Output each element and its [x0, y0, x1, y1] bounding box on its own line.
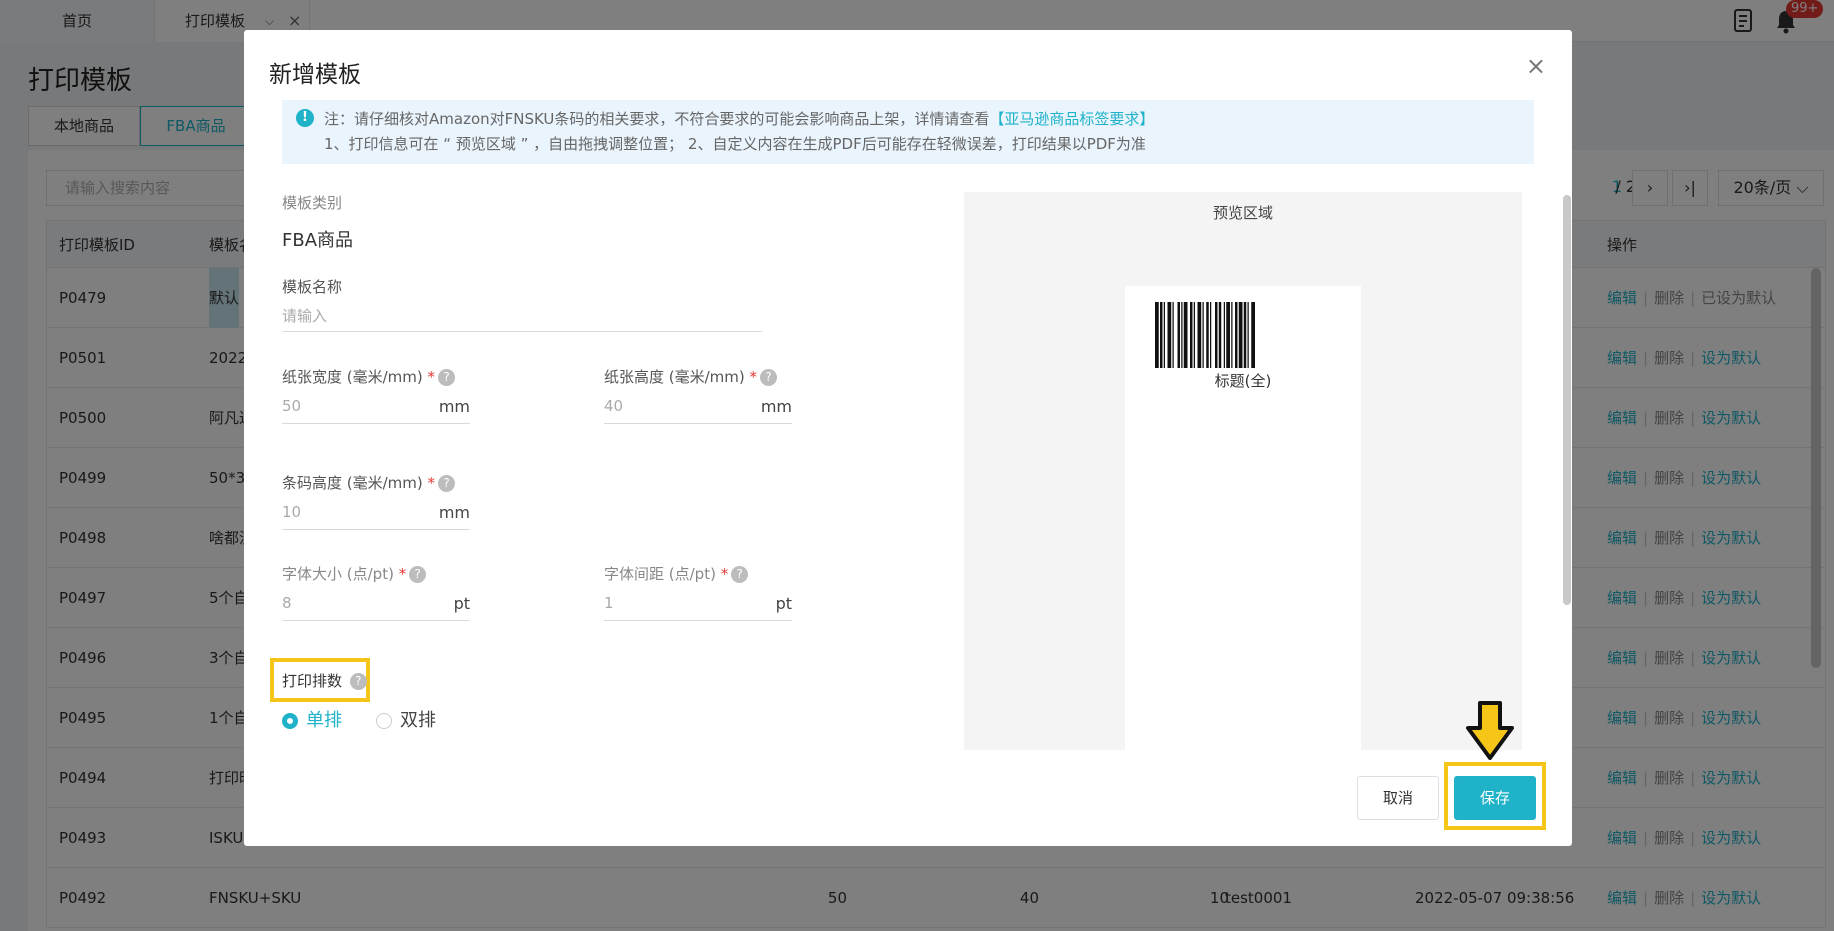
paper-height-placeholder: 40 [604, 397, 624, 415]
notice-line-1: 注：请仔细核对Amazon对FNSKU条码的相关要求，不符合要求的可能会影响商品… [324, 108, 1154, 129]
required-mark: * [398, 565, 407, 583]
barcode-bar [1235, 302, 1238, 368]
save-button[interactable]: 保存 [1454, 776, 1536, 820]
dialog-scrollbar[interactable] [1563, 195, 1571, 605]
paper-height-label-text: 纸张高度 (毫米/mm) [604, 368, 745, 386]
barcode-height-input[interactable]: 10 mm [282, 498, 470, 530]
barcode-bar [1193, 302, 1195, 368]
barcode-title-label[interactable]: 标题(全) [1125, 370, 1361, 391]
cancel-button[interactable]: 取消 [1357, 776, 1439, 820]
barcode-bar [1163, 302, 1165, 368]
preview-area: 预览区域 标题(全) [964, 192, 1522, 750]
help-icon[interactable]: ? [349, 673, 367, 690]
name-placeholder: 请输入 [282, 307, 328, 325]
help-icon[interactable]: ? [760, 369, 778, 386]
barcode-bar [1238, 302, 1243, 368]
font-size-input[interactable]: 8 pt [282, 589, 470, 621]
help-icon[interactable]: ? [409, 566, 427, 583]
name-label: 模板名称 [282, 278, 343, 296]
print-rows-label: 打印排数 ? [282, 670, 367, 691]
barcode-bar [1231, 302, 1233, 368]
unit-mm: mm [438, 503, 470, 522]
category-label: 模板类别 [282, 194, 343, 212]
radio-double-row[interactable]: 双排 [376, 710, 446, 732]
barcode-bar [1210, 302, 1212, 368]
unit-mm: mm [760, 397, 792, 416]
required-mark: * [720, 565, 729, 583]
unit-mm: mm [438, 397, 470, 416]
barcode-bar [1183, 302, 1188, 368]
paper-width-placeholder: 50 [282, 397, 302, 415]
barcode-image[interactable] [1155, 302, 1333, 368]
barcode-bar [1167, 302, 1172, 368]
paper-width-label-text: 纸张宽度 (毫米/mm) [282, 368, 423, 386]
arrow-down-icon [1466, 701, 1514, 760]
font-spacing-placeholder: 1 [604, 594, 614, 612]
barcode-bar [1247, 302, 1249, 368]
paper-width-label: 纸张宽度 (毫米/mm) *? [282, 366, 456, 387]
barcode-bar [1197, 302, 1202, 368]
font-size-placeholder: 8 [282, 594, 292, 612]
paper-height-input[interactable]: 40 mm [604, 392, 792, 424]
radio-single-label: 单排 [306, 710, 342, 731]
notice-line-2: 1、打印信息可在 “ 预览区域 ” ，自由拖拽调整位置； 2、自定义内容在生成P… [324, 135, 1146, 153]
required-mark: * [427, 368, 436, 386]
barcode-bar [1172, 302, 1174, 368]
barcode-bar [1218, 302, 1222, 368]
add-template-dialog: 新增模板 × ! 注：请仔细核对Amazon对FNSKU条码的相关要求，不符合要… [244, 30, 1572, 846]
barcode-bar [1160, 302, 1163, 368]
barcode-bar [1215, 302, 1218, 368]
radio-single-row[interactable]: 单排 [282, 710, 352, 732]
barcode-bar [1223, 302, 1225, 368]
barcode-bar [1206, 302, 1209, 368]
print-rows-label-text: 打印排数 [282, 672, 343, 690]
font-size-label-text: 字体大小 (点/pt) [282, 565, 394, 583]
notice-text: 注：请仔细核对Amazon对FNSKU条码的相关要求，不符合要求的可能会影响商品… [324, 110, 990, 128]
help-icon[interactable]: ? [438, 369, 456, 386]
barcode-height-label: 条码高度 (毫米/mm) *? [282, 472, 456, 493]
required-mark: * [427, 474, 436, 492]
barcode-bar [1243, 302, 1247, 368]
dialog-title: 新增模板 [269, 62, 361, 88]
font-spacing-input[interactable]: 1 pt [604, 589, 792, 621]
paper-height-label: 纸张高度 (毫米/mm) *? [604, 366, 778, 387]
amazon-label-link[interactable]: 【亚马逊商品标签要求】 [989, 110, 1154, 128]
preview-title: 预览区域 [1212, 204, 1273, 222]
barcode-bar [1181, 302, 1183, 368]
label-paper: 标题(全) [1125, 286, 1361, 750]
radio-double-label: 双排 [400, 710, 436, 731]
unit-pt: pt [775, 594, 792, 613]
name-input[interactable]: 请输入 [282, 300, 762, 332]
font-size-label: 字体大小 (点/pt) *? [282, 563, 427, 584]
help-icon[interactable]: ? [438, 475, 456, 492]
category-value: FBA商品 [282, 230, 354, 251]
barcode-height-label-text: 条码高度 (毫米/mm) [282, 474, 423, 492]
barcode-bar [1190, 302, 1193, 368]
barcode-height-placeholder: 10 [282, 503, 302, 521]
help-icon[interactable]: ? [731, 566, 749, 583]
close-icon[interactable]: × [1526, 52, 1546, 80]
required-mark: * [749, 368, 758, 386]
unit-pt: pt [453, 594, 470, 613]
font-spacing-label: 字体间距 (点/pt) *? [604, 563, 749, 584]
barcode-bar [1202, 302, 1204, 368]
radio-dot [376, 713, 392, 729]
font-spacing-label-text: 字体间距 (点/pt) [604, 565, 716, 583]
barcode-bar [1177, 302, 1180, 368]
paper-width-input[interactable]: 50 mm [282, 392, 470, 424]
barcode-bar [1251, 302, 1255, 368]
notice-banner: ! 注：请仔细核对Amazon对FNSKU条码的相关要求，不符合要求的可能会影响… [282, 100, 1534, 164]
info-icon: ! [296, 109, 314, 127]
barcode-bar [1226, 302, 1230, 368]
radio-dot [282, 713, 298, 729]
barcode-bar [1155, 302, 1159, 368]
